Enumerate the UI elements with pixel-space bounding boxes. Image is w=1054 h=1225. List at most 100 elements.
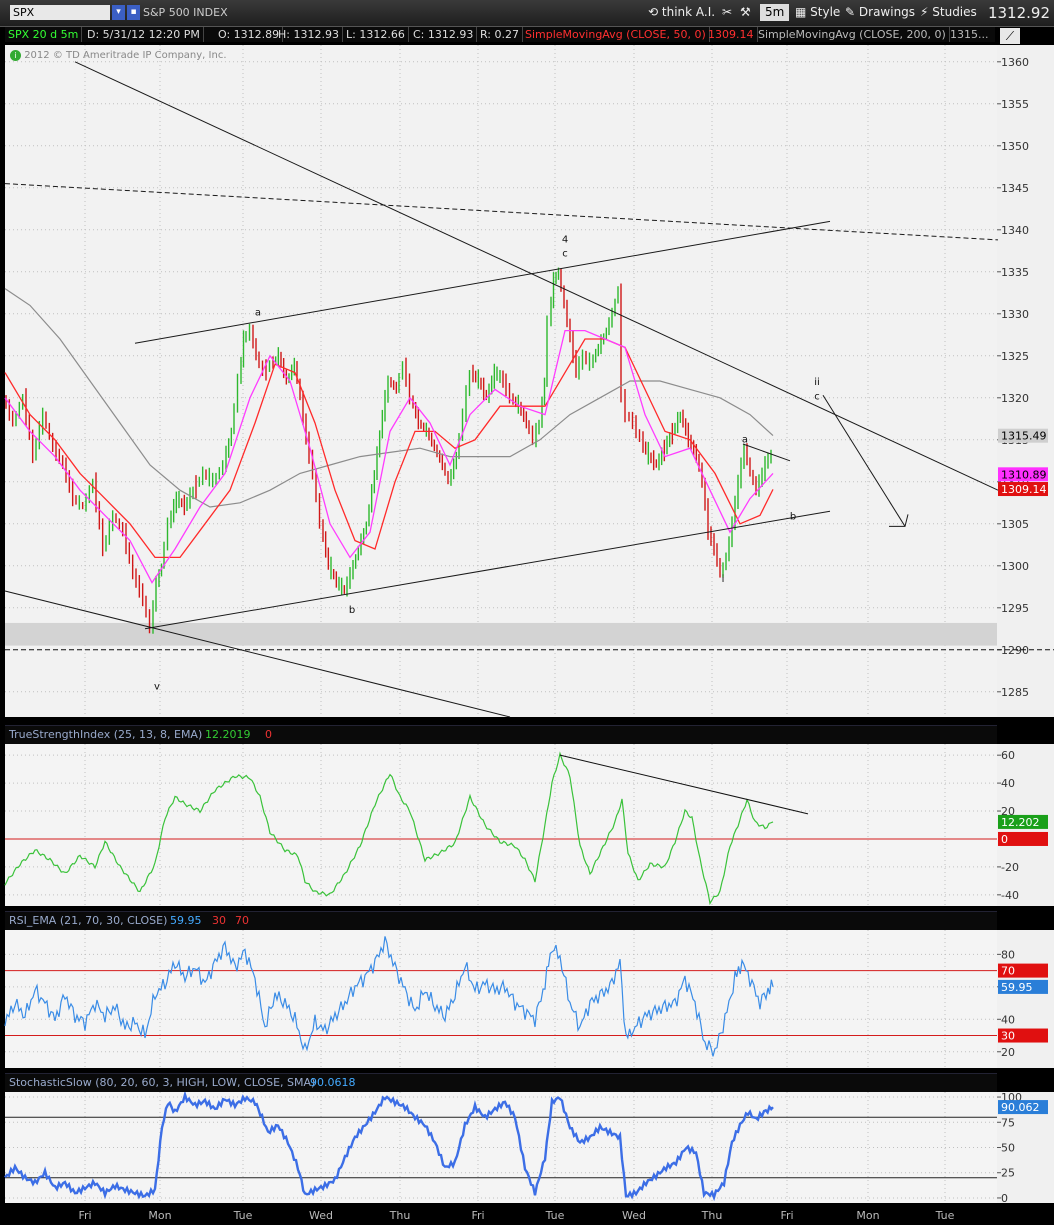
style-icon: ▦ — [795, 5, 807, 19]
toolbar: SPX ▾ ▪ S&P 500 INDEX ⟲ think A.I. ✂ ⚒ 5… — [0, 0, 1054, 27]
rsi-tick-label: 20 — [1001, 1046, 1015, 1059]
price-tick-label: 1340 — [1001, 224, 1029, 237]
price-tick-label: 1295 — [1001, 602, 1029, 615]
range-label: R: 0.27 — [477, 27, 523, 42]
tsi-header: TrueStrengthIndex (25, 13, 8, EMA) 12.20… — [5, 725, 997, 744]
period-label: SPX 20 d 5m — [5, 27, 83, 42]
rsi-tick-label: 80 — [1001, 948, 1015, 961]
timeframe-button[interactable]: 5m — [760, 4, 790, 21]
high-label: H: 1312.93 — [275, 27, 343, 42]
stoch-value: 90.0618 — [310, 1076, 356, 1089]
wave-label: i — [722, 574, 725, 585]
rsi-os: 70 — [235, 914, 249, 927]
x-axis-label: Fri — [471, 1209, 484, 1222]
x-axis-label: Wed — [309, 1209, 333, 1222]
last-price: 1312.92 — [987, 4, 1050, 22]
price-tick-label: 1350 — [1001, 140, 1029, 153]
x-axis-label: Thu — [389, 1209, 411, 1222]
studies-button[interactable]: ⚡ Studies — [920, 4, 977, 21]
sma50-value: 1309.14 — [705, 27, 758, 42]
x-axis-label: Mon — [148, 1209, 171, 1222]
tsi-title: TrueStrengthIndex (25, 13, 8, EMA) — [9, 728, 203, 741]
rsi-tick-label: 40 — [1001, 1013, 1015, 1026]
studies-icon: ⚡ — [920, 5, 929, 19]
wave-label: ii — [814, 377, 820, 388]
tsi-value-tag-label: 12.202 — [1001, 816, 1040, 829]
symbol-description: S&P 500 INDEX — [143, 6, 228, 19]
style-label: Style — [810, 5, 841, 19]
low-label: L: 1312.66 — [343, 27, 409, 42]
price-info-bar: SPX 20 d 5m D: 5/31/12 12:20 PM O: 1312.… — [5, 27, 995, 42]
drawings-button[interactable]: ✎ Drawings — [845, 4, 915, 21]
think-ai-button[interactable]: ⟲ think A.I. — [648, 4, 715, 21]
style-button[interactable]: ▦ Style — [795, 4, 840, 21]
chart-canvas[interactable]: 1285129012951300130513101315132013251330… — [0, 0, 1054, 1225]
stochastic-tick-label: 25 — [1001, 1167, 1015, 1180]
price-tick-label: 1335 — [1001, 266, 1029, 279]
stochastic-tick-label: 50 — [1001, 1142, 1015, 1155]
rsi-value-tag-label: 70 — [1001, 965, 1015, 978]
date-label: D: 5/31/12 12:20 PM — [84, 27, 204, 42]
price-tick-label: 1320 — [1001, 392, 1029, 405]
price-tick-label: 1285 — [1001, 686, 1029, 699]
sma200-value: 1315... — [950, 28, 989, 41]
drawings-icon: ✎ — [845, 5, 856, 19]
rsi-ob: 30 — [212, 914, 226, 927]
wave-label: b — [790, 512, 796, 523]
wave-label: b — [349, 605, 355, 616]
close-label: C: 1312.93 — [410, 27, 478, 42]
tools-icon[interactable]: ✂ — [722, 4, 732, 21]
tsi-value: 12.2019 — [205, 728, 251, 741]
x-axis-label: Thu — [701, 1209, 723, 1222]
x-axis-label: Fri — [78, 1209, 91, 1222]
wave-label: c — [814, 391, 820, 402]
symbol-link-icon[interactable]: ▪ — [127, 5, 140, 20]
wave-label: v — [154, 681, 160, 692]
symbol-dropdown-icon[interactable]: ▾ — [112, 5, 125, 20]
price-tick-label: 1305 — [1001, 518, 1029, 531]
tsi-value-tag-label: 0 — [1001, 833, 1008, 846]
sma50-label: SimpleMovingAvg (CLOSE, 50, 0) — [522, 27, 710, 42]
studies-label: Studies — [932, 5, 977, 19]
tsi-tick-label: 40 — [1001, 777, 1015, 790]
stochastic-tick-label: 75 — [1001, 1116, 1015, 1129]
stochastic-value-tag-label: 90.062 — [1001, 1101, 1040, 1114]
support-band — [5, 622, 997, 646]
copyright: i 2012 © TD Ameritrade IP Company, Inc. — [10, 50, 227, 61]
stoch-title: StochasticSlow (80, 20, 60, 3, HIGH, LOW… — [9, 1076, 316, 1089]
wave-label: a — [255, 307, 261, 318]
open-label: O: 1312.89 — [215, 27, 284, 42]
tsi-tick-label: -40 — [1001, 889, 1019, 902]
price-tick-label: 1355 — [1001, 98, 1029, 111]
x-axis-label: Tue — [233, 1209, 253, 1222]
tsi-zero: 0 — [265, 728, 272, 741]
symbol-input[interactable]: SPX — [10, 5, 110, 20]
x-axis-label: Tue — [935, 1209, 955, 1222]
x-axis-label: Mon — [856, 1209, 879, 1222]
price-tag-label: 1309.14 — [1001, 483, 1047, 496]
rsi-title: RSI_EMA (21, 70, 30, CLOSE) — [9, 914, 168, 927]
copyright-icon: i — [10, 50, 21, 61]
copyright-text: 2012 © TD Ameritrade IP Company, Inc. — [24, 50, 227, 61]
price-tag-label: 1310.89 — [1001, 468, 1047, 481]
wave-label: a — [742, 434, 748, 445]
stochastic-tick-label: 0 — [1001, 1192, 1008, 1205]
price-tag-label: 1315.49 — [1001, 430, 1047, 443]
price-tick-label: 1360 — [1001, 56, 1029, 69]
wave-label: c — [562, 249, 568, 260]
stoch-header: StochasticSlow (80, 20, 60, 3, HIGH, LOW… — [5, 1073, 997, 1092]
tsi-panel-bg — [5, 744, 997, 906]
think-ai-icon: ⟲ — [648, 5, 659, 19]
think-ai-label: think A.I. — [661, 5, 716, 19]
drawings-label: Drawings — [858, 5, 916, 19]
rsi-value: 59.95 — [170, 914, 202, 927]
x-axis-label: Fri — [780, 1209, 793, 1222]
chart-settings-icon[interactable]: ⟋ — [1000, 28, 1020, 44]
rsi-panel-bg — [5, 930, 997, 1068]
price-tick-label: 1345 — [1001, 182, 1029, 195]
rsi-value-tag-label: 59.95 — [1001, 981, 1033, 994]
x-axis-label: Tue — [545, 1209, 565, 1222]
price-tick-label: 1330 — [1001, 308, 1029, 321]
price-tick-label: 1325 — [1001, 350, 1029, 363]
wrench-icon[interactable]: ⚒ — [740, 4, 751, 21]
